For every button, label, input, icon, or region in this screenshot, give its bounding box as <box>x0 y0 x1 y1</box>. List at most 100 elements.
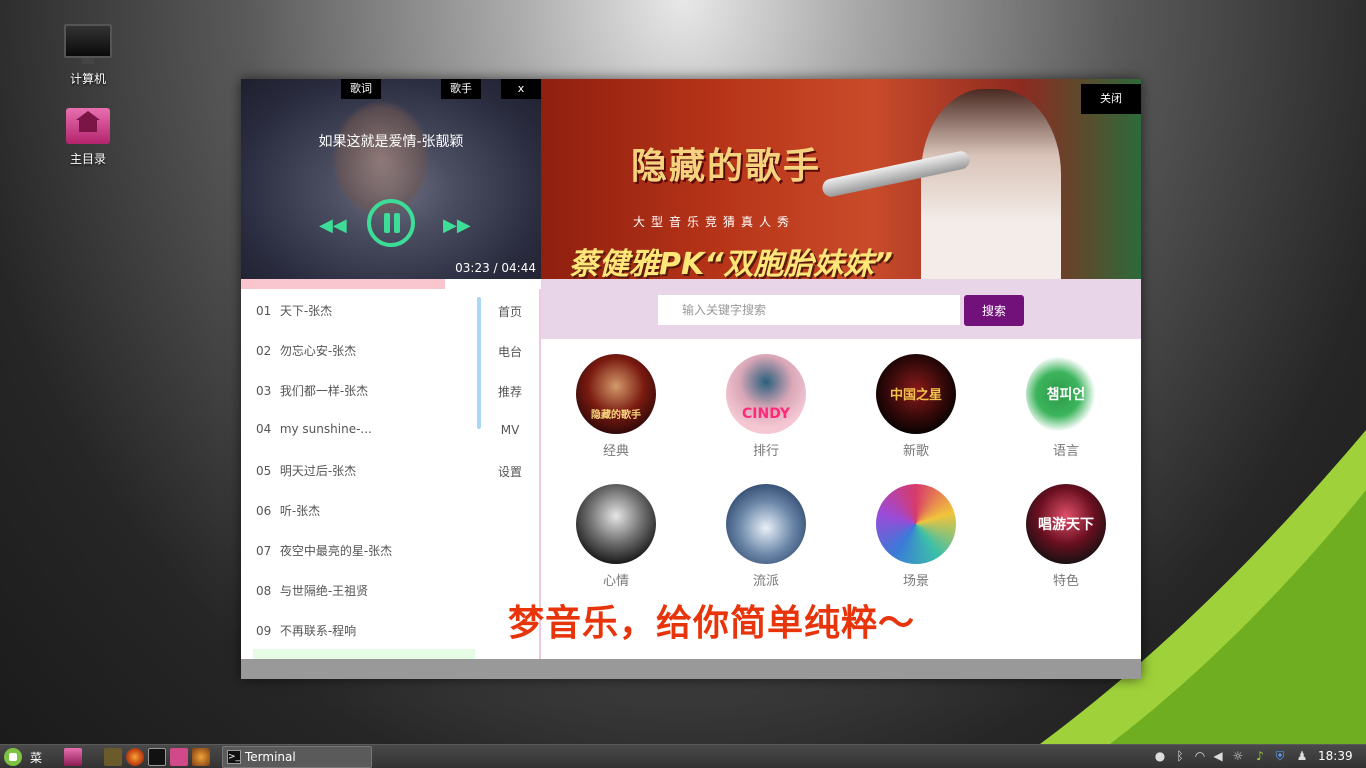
promo-banner[interactable]: 隐藏的歌手 大型音乐竞猜真人秀 蔡健雅PK“双胞胎妹妹” 关闭 <box>541 79 1141 279</box>
track-title: 明天过后-张杰 <box>279 464 357 478</box>
playback-time: 03:23 / 04:44 <box>455 261 536 275</box>
user-icon[interactable]: ● <box>1152 748 1168 764</box>
track-number: 05 <box>256 464 272 478</box>
category-featured[interactable]: 唱游天下 特色 <box>1026 484 1106 589</box>
list-item[interactable]: 09 不再联系-程响 <box>256 622 471 639</box>
now-playing-panel: 歌词 歌手 x 如果这就是爱情-张靓颖 ◀◀ ▶▶ 03:23 / 04:44 <box>241 79 541 279</box>
list-item[interactable]: 02 勿忘心安-张杰 <box>256 342 471 359</box>
category-label: 心情 <box>602 574 629 589</box>
nav-item-radio[interactable]: 电台 <box>481 343 539 360</box>
progress-bar[interactable] <box>241 279 541 289</box>
track-number: 08 <box>256 584 272 598</box>
shield-icon[interactable]: ⛨ <box>1272 748 1288 764</box>
track-number: 03 <box>256 384 272 398</box>
music-app-icon[interactable] <box>192 748 210 766</box>
track-number: 02 <box>256 344 272 358</box>
track-title: 听-张杰 <box>279 504 321 518</box>
track-number: 07 <box>256 544 272 558</box>
category-cover: CINDY <box>726 354 806 434</box>
category-ranking[interactable]: CINDY 排行 <box>726 354 806 459</box>
nav-item-recommend[interactable]: 推荐 <box>481 383 539 400</box>
category-label: 排行 <box>752 444 779 459</box>
category-cover: 唱游天下 <box>1026 484 1106 564</box>
track-title: 天下-张杰 <box>279 304 333 318</box>
files-icon[interactable] <box>170 748 188 766</box>
category-label: 语言 <box>1052 444 1079 459</box>
track-title: 我们都一样-张杰 <box>279 384 369 398</box>
list-item[interactable]: 01 天下-张杰 <box>256 302 471 319</box>
wifi-icon[interactable]: ◠ <box>1192 748 1208 764</box>
singer-button[interactable]: 歌手 <box>441 79 481 99</box>
taskbar: 菜单 >_ Terminal ● ᛒ ◠ ◀ ☼ ♪ ⛨ ♟ 18:39 <box>0 744 1366 768</box>
firefox-icon[interactable] <box>126 748 144 766</box>
task-terminal[interactable]: >_ Terminal <box>222 746 372 768</box>
category-language[interactable]: 챔피언 语言 <box>1026 354 1106 459</box>
list-item[interactable]: 05 明天过后-张杰 <box>256 462 471 479</box>
penguin-icon[interactable]: ♟ <box>1294 748 1310 764</box>
next-icon[interactable]: ▶▶ <box>443 215 471 236</box>
nav-item-home[interactable]: 首页 <box>481 303 539 320</box>
category-scene[interactable]: 场景 <box>876 484 956 589</box>
cover-text: CINDY <box>742 406 790 422</box>
banner-show-subtitle: 大型音乐竞猜真人秀 <box>633 215 796 229</box>
close-player-button[interactable]: x <box>501 79 541 99</box>
progress-fill <box>241 279 445 289</box>
window-bottom-strip <box>241 659 1141 679</box>
playlist-footer-bar <box>253 649 475 659</box>
previous-icon[interactable]: ◀◀ <box>319 215 347 236</box>
category-cover <box>726 484 806 564</box>
desktop-icon-label: 计算机 <box>69 72 106 86</box>
category-cover: 中国之星 <box>876 354 956 434</box>
playlist: 01 天下-张杰 02 勿忘心安-张杰 03 我们都一样-张杰 04 my su… <box>241 289 476 659</box>
brightness-icon[interactable]: ☼ <box>1230 748 1246 764</box>
task-label: Terminal <box>245 750 296 764</box>
track-title: my sunshine-... <box>279 422 372 436</box>
nav-item-settings[interactable]: 设置 <box>481 463 539 480</box>
track-number: 09 <box>256 624 272 638</box>
clock: 18:39 <box>1318 749 1353 763</box>
list-item[interactable]: 08 与世隔绝-王祖贤 <box>256 582 471 599</box>
category-label: 新歌 <box>902 444 929 459</box>
bluetooth-icon[interactable]: ᛒ <box>1172 748 1188 764</box>
list-item[interactable]: 07 夜空中最亮的星-张杰 <box>256 542 471 559</box>
cover-text: 中国之星 <box>889 388 942 403</box>
system-monitor-icon[interactable] <box>104 748 122 766</box>
track-number: 01 <box>256 304 272 318</box>
volume-icon[interactable]: ◀ <box>1210 748 1226 764</box>
banner-show-logo: 隐藏的歌手 <box>631 146 822 187</box>
slogan-text: 梦音乐，给你简单纯粹～ <box>508 603 916 644</box>
track-title: 勿忘心安-张杰 <box>279 344 357 358</box>
mint-logo-icon <box>4 748 22 766</box>
lyrics-button[interactable]: 歌词 <box>341 79 381 99</box>
list-item[interactable]: 03 我们都一样-张杰 <box>256 382 471 399</box>
search-button[interactable]: 搜索 <box>964 295 1024 326</box>
cover-text: 챔피언 <box>1046 387 1086 403</box>
category-genre[interactable]: 流派 <box>726 484 806 589</box>
desktop-icon-home[interactable]: 主目录 <box>48 108 128 167</box>
search-input[interactable] <box>658 295 960 325</box>
list-item[interactable]: 04 my sunshine-... <box>256 422 471 436</box>
close-banner-button[interactable]: 关闭 <box>1081 84 1141 114</box>
cover-text: 隐藏的歌手 <box>591 410 641 421</box>
nav-item-mv[interactable]: MV <box>481 423 539 437</box>
track-title: 夜空中最亮的星-张杰 <box>279 544 393 558</box>
cover-text: 唱游天下 <box>1038 517 1094 533</box>
category-new[interactable]: 中国之星 新歌 <box>876 354 956 459</box>
desktop-icon-computer[interactable]: 计算机 <box>48 24 128 87</box>
list-item[interactable]: 06 听-张杰 <box>256 502 471 519</box>
terminal-icon[interactable] <box>148 748 166 766</box>
category-cover: 챔피언 <box>1026 354 1106 434</box>
menu-label: 菜单 <box>30 751 43 765</box>
banner-headline: 蔡健雅PK“双胞胎妹妹” <box>569 247 893 279</box>
terminal-icon: >_ <box>227 750 241 764</box>
category-label: 场景 <box>902 574 929 589</box>
track-number: 06 <box>256 504 272 518</box>
pause-icon[interactable] <box>367 199 415 247</box>
category-classic[interactable]: 隐藏的歌手 经典 <box>576 354 656 459</box>
category-label: 特色 <box>1052 574 1079 589</box>
music-note-icon[interactable]: ♪ <box>1252 748 1268 764</box>
computer-icon <box>64 24 112 64</box>
show-desktop-icon[interactable] <box>64 748 82 766</box>
category-label: 经典 <box>602 444 629 459</box>
category-mood[interactable]: 心情 <box>576 484 656 589</box>
